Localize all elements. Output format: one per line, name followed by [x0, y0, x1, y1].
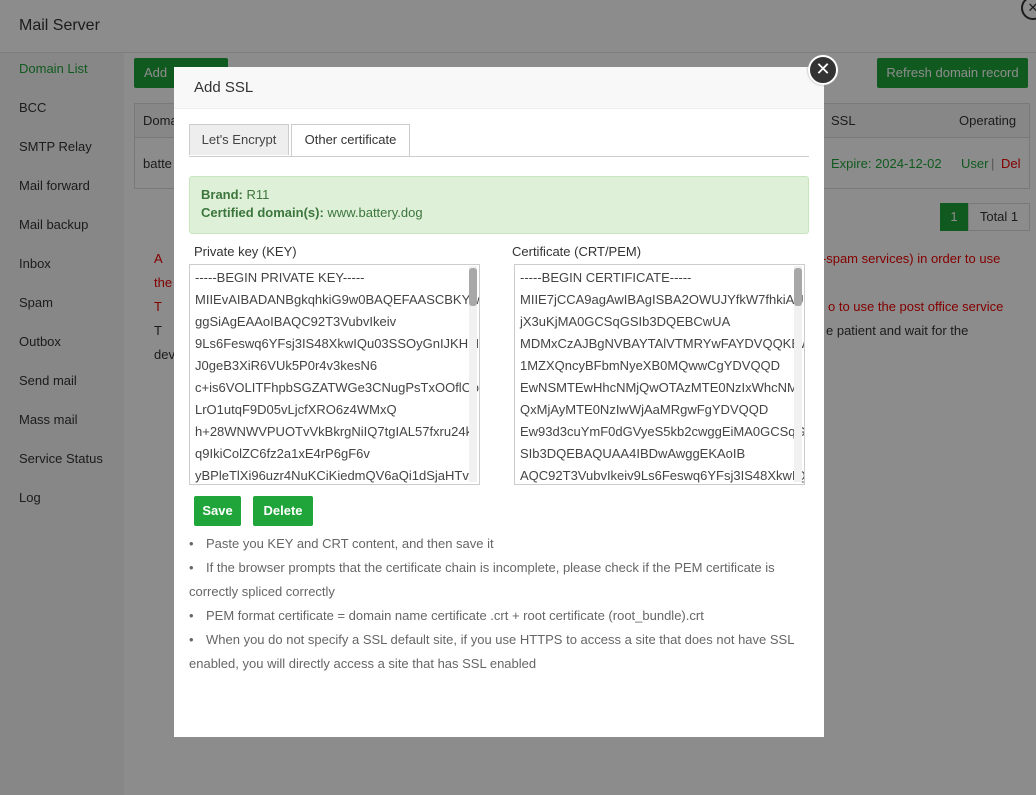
tab-other-certificate[interactable]: Other certificate — [291, 124, 410, 156]
certificate-label: Certificate (CRT/PEM) — [512, 244, 642, 259]
cert-line: SIb3DQEBAQUAA4IBDwAwggEKAoIB — [520, 446, 746, 461]
tip-text: When you do not specify a SSL default si… — [189, 632, 794, 671]
private-key-scroll-thumb[interactable] — [469, 268, 477, 306]
key-line: h+28WNWVPUOTvVkBkrgNiIQ7tgIAL57fxru24k — [195, 424, 473, 439]
private-key-scrollbar[interactable] — [469, 266, 477, 482]
key-line: q9IkiColZC6fz2a1xE4rP6gF6v — [195, 446, 370, 461]
cert-line: Ew93d3cuYmF0dGVyeS5kb2cwggEiMA0GCSqG — [520, 424, 805, 439]
key-line: MIIEvAIBADANBgkqhkiG9w0BAQEFAASCBKYw — [195, 292, 480, 307]
cert-line: MIIE7jCCA9agAwIBAgISBA2OWUJYfkW7fhkiAU — [520, 292, 804, 307]
brand-label: Brand: — [201, 187, 243, 202]
tab-lets-encrypt[interactable]: Let's Encrypt — [189, 124, 289, 155]
private-key-label: Private key (KEY) — [194, 244, 297, 259]
key-line: -----BEGIN PRIVATE KEY----- — [195, 270, 365, 285]
cert-line: 1MZXQncyBFbmNyeXB0MQwwCgYDVQQD — [520, 358, 781, 373]
tip-text: Paste you KEY and CRT content, and then … — [206, 536, 494, 551]
modal-title: Add SSL — [194, 79, 254, 96]
key-line: ggSiAgEAAoIBAQC92T3VubvIkeiv — [195, 314, 397, 329]
certified-domain-value: www.battery.dog — [327, 205, 423, 220]
bullet-icon: • — [189, 560, 194, 575]
tip-text: If the browser prompts that the certific… — [189, 560, 775, 599]
private-key-textarea[interactable]: -----BEGIN PRIVATE KEY----- MIIEvAIBADAN… — [189, 264, 480, 485]
key-line: LrO1utqF9D05vLjcfXRO6z4WMxQ — [195, 402, 397, 417]
tip-item: • When you do not specify a SSL default s… — [189, 628, 799, 676]
bullet-icon: • — [189, 536, 194, 551]
cert-line: EwNSMTEwHhcNMjQwOTAzMTE0NzIxWhcNMj — [520, 380, 801, 395]
bullet-icon: • — [189, 632, 194, 647]
brand-value: R11 — [246, 187, 270, 202]
key-line: c+is6VOLITFhpbSGZATWGe3CNugPsTxOOflOo — [195, 380, 480, 395]
cert-line: jX3uKjMA0GCSqGSIb3DQEBCwUA — [520, 314, 731, 329]
ssl-tabs: Let's Encrypt Other certificate — [189, 124, 809, 157]
save-button[interactable]: Save — [194, 496, 241, 526]
add-ssl-modal: Add SSL Let's Encrypt Other certificate … — [174, 67, 824, 737]
cert-line: MDMxCzAJBgNVBAYTAlVTMRYwFAYDVQQKEw — [520, 336, 805, 351]
bullet-icon: • — [189, 608, 194, 623]
delete-button[interactable]: Delete — [253, 496, 313, 526]
certificate-info-box: Brand: R11 Certified domain(s): www.batt… — [189, 176, 809, 234]
modal-header: Add SSL — [174, 67, 824, 109]
tip-item: • PEM format certificate = domain name ce… — [189, 604, 799, 628]
tip-text: PEM format certificate = domain name cer… — [206, 608, 704, 623]
modal-close-icon[interactable]: ✕ — [808, 55, 838, 85]
key-line: J0geB3XiR6VUk5P0r4v3kesN6 — [195, 358, 378, 373]
cert-line: -----BEGIN CERTIFICATE----- — [520, 270, 692, 285]
certificate-scrollbar[interactable] — [794, 266, 802, 482]
certificate-textarea[interactable]: -----BEGIN CERTIFICATE----- MIIE7jCCA9ag… — [514, 264, 805, 485]
tip-item: • If the browser prompts that the certifi… — [189, 556, 799, 604]
cert-line: AQC92T3VubvIkeiv9Ls6Feswq6YFsj3IS48XkwIQ — [520, 468, 805, 483]
key-line: 9Ls6Feswq6YFsj3IS48XkwIQu03SSOyGnIJKHMo — [195, 336, 480, 351]
certificate-scroll-thumb[interactable] — [794, 268, 802, 306]
certified-domain-label: Certified domain(s): — [201, 205, 324, 220]
cert-line: QxMjAyMTE0NzIwWjAaMRgwFgYDVQQD — [520, 402, 769, 417]
key-line: yBPleTlXi96uzr4NuKCiKiedmQV6aQi1dSjaHTvd — [195, 468, 477, 483]
tip-item: • Paste you KEY and CRT content, and then… — [189, 532, 799, 556]
